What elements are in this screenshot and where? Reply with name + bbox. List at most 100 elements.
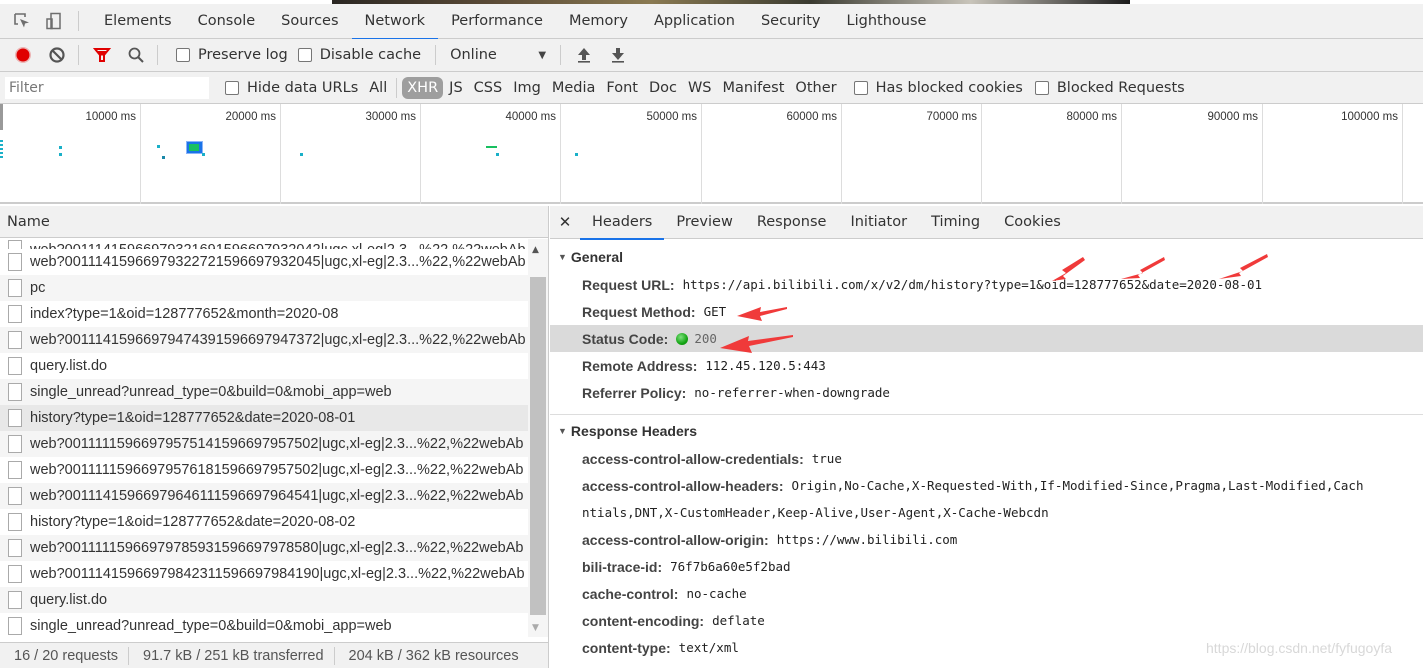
filter-type-doc[interactable]: Doc: [644, 77, 682, 99]
tab-elements[interactable]: Elements: [91, 4, 185, 39]
request-name: pc: [30, 280, 46, 296]
request-list-pane: Name web?0011141596697932169159669793204…: [0, 206, 549, 668]
header-value: GET: [703, 304, 727, 319]
request-row[interactable]: pc: [0, 275, 528, 301]
header-value: 112.45.120.5:443: [705, 358, 826, 373]
blocked-requests-label: Blocked Requests: [1056, 79, 1185, 96]
filter-type-media[interactable]: Media: [547, 77, 601, 99]
overview-tick-label: 70000 ms: [926, 111, 977, 123]
network-overview-timeline[interactable]: 10000 ms 20000 ms 30000 ms 40000 ms 5000…: [0, 104, 1423, 204]
hide-data-urls-checkbox[interactable]: Hide data URLs: [225, 80, 358, 96]
header-row-status-code: Status Code: 200: [550, 325, 1423, 352]
section-title: Response Headers: [570, 423, 697, 439]
tab-memory[interactable]: Memory: [556, 4, 641, 39]
filter-type-manifest[interactable]: Manifest: [718, 77, 790, 99]
tab-network[interactable]: Network: [351, 4, 439, 40]
preserve-log-checkbox[interactable]: Preserve log: [176, 47, 288, 63]
file-icon: [8, 435, 22, 453]
search-icon[interactable]: [125, 44, 147, 66]
overview-tick-label: 50000 ms: [646, 111, 697, 123]
upload-icon[interactable]: [573, 44, 595, 66]
blocked-requests-checkbox[interactable]: Blocked Requests: [1034, 79, 1185, 96]
request-row[interactable]: web?00111415966979474391596697947372|ugc…: [0, 327, 528, 353]
overview-request-mark: [202, 153, 205, 156]
clear-icon[interactable]: [46, 44, 68, 66]
header-key: content-encoding:: [582, 612, 705, 629]
filter-type-font[interactable]: Font: [601, 77, 643, 99]
request-row[interactable]: single_unread?unread_type=0&build=0&mobi…: [0, 379, 528, 405]
tab-console[interactable]: Console: [185, 4, 269, 39]
tab-timing[interactable]: Timing: [919, 206, 992, 239]
tab-application[interactable]: Application: [641, 4, 748, 39]
download-icon[interactable]: [607, 44, 629, 66]
throttling-select[interactable]: Online ▼: [450, 47, 550, 63]
tab-response[interactable]: Response: [745, 206, 839, 239]
request-row[interactable]: query.list.do: [0, 587, 528, 613]
file-icon: [8, 279, 22, 297]
request-list-scrollbar[interactable]: ▲ ▼: [528, 239, 548, 637]
overview-selection-handle[interactable]: [0, 104, 3, 130]
request-row[interactable]: history?type=1&oid=128777652&date=2020-0…: [0, 405, 528, 431]
inspect-element-icon[interactable]: [12, 11, 32, 31]
filter-type-xhr[interactable]: XHR: [402, 76, 444, 99]
request-row[interactable]: single_unread?unread_type=0&build=0&mobi…: [0, 613, 528, 637]
filter-type-all[interactable]: All: [364, 77, 392, 99]
filter-input[interactable]: Filter: [5, 76, 209, 99]
request-row[interactable]: web?00111115966979576181596697957502|ugc…: [0, 457, 528, 483]
request-row[interactable]: query.list.do: [0, 353, 528, 379]
filter-type-ws[interactable]: WS: [683, 77, 717, 99]
request-row[interactable]: history?type=1&oid=128777652&date=2020-0…: [0, 509, 528, 535]
tab-sources[interactable]: Sources: [268, 4, 351, 39]
filter-type-js[interactable]: JS: [444, 77, 467, 99]
disable-cache-checkbox[interactable]: Disable cache: [297, 47, 421, 63]
tab-cookies[interactable]: Cookies: [992, 206, 1073, 239]
tab-performance[interactable]: Performance: [438, 4, 556, 39]
general-section-toggle[interactable]: ▼ General: [550, 243, 1423, 271]
overview-column: 60000 ms: [702, 104, 842, 204]
request-row[interactable]: web?00111415966979322721596697932045|ugc…: [0, 249, 528, 275]
column-header-name[interactable]: Name: [0, 206, 548, 238]
has-blocked-cookies-checkbox[interactable]: Has blocked cookies: [853, 79, 1023, 96]
divider: [560, 45, 562, 65]
overview-request-mark: [59, 146, 62, 149]
request-row[interactable]: web?00111115966979575141596697957502|ugc…: [0, 431, 528, 457]
checkbox-box[interactable]: [225, 80, 239, 95]
checkbox-box[interactable]: [1034, 80, 1049, 95]
request-name: web?00111115966979785931596697978580|ugc…: [30, 540, 524, 556]
filter-type-img[interactable]: Img: [508, 77, 546, 99]
scroll-up-icon[interactable]: ▲: [532, 245, 539, 255]
checkbox-box[interactable]: [853, 80, 868, 95]
tab-security[interactable]: Security: [748, 4, 834, 39]
file-icon: [8, 513, 22, 531]
tab-initiator[interactable]: Initiator: [838, 206, 919, 239]
filter-type-other[interactable]: Other: [790, 77, 841, 99]
resources-size: 204 kB / 362 kB resources: [348, 647, 519, 664]
overview-request-mark: [575, 153, 578, 156]
request-row[interactable]: web?00111415966979842311596697984190|ugc…: [0, 561, 528, 587]
request-row[interactable]: web?00111415966979646111596697964541|ugc…: [0, 483, 528, 509]
device-toolbar-icon[interactable]: [44, 11, 64, 31]
checkbox-box[interactable]: [297, 48, 312, 62]
preserve-log-label: Preserve log: [198, 47, 288, 63]
record-icon[interactable]: [12, 44, 34, 66]
request-row[interactable]: web?00111115966979785931596697978580|ugc…: [0, 535, 528, 561]
scroll-down-icon[interactable]: ▼: [532, 623, 539, 633]
response-headers-toggle[interactable]: ▼ Response Headers: [550, 417, 1423, 445]
checkbox-box[interactable]: [176, 48, 190, 62]
tab-preview[interactable]: Preview: [664, 206, 744, 239]
filter-type-css[interactable]: CSS: [469, 77, 508, 99]
overview-request-mark: [486, 146, 497, 148]
request-name: index?type=1&oid=128777652&month=2020-08: [30, 306, 339, 322]
overview-tick-label: 10000 ms: [85, 111, 136, 123]
tab-lighthouse[interactable]: Lighthouse: [834, 4, 940, 39]
tab-headers[interactable]: Headers: [580, 206, 665, 240]
request-row[interactable]: index?type=1&oid=128777652&month=2020-08: [0, 301, 528, 327]
scrollbar-thumb[interactable]: [530, 277, 546, 615]
response-header-row: access-control-allow-origin: https://www.…: [550, 526, 1423, 553]
requests-count: 16 / 20 requests: [14, 647, 118, 664]
filter-icon[interactable]: [91, 44, 113, 66]
has-blocked-cookies-label: Has blocked cookies: [875, 79, 1023, 96]
file-icon: [8, 383, 22, 401]
request-row[interactable]: web?00111415966979321691596697932042|ugc…: [0, 239, 528, 249]
close-icon[interactable]: ✕: [550, 213, 580, 231]
